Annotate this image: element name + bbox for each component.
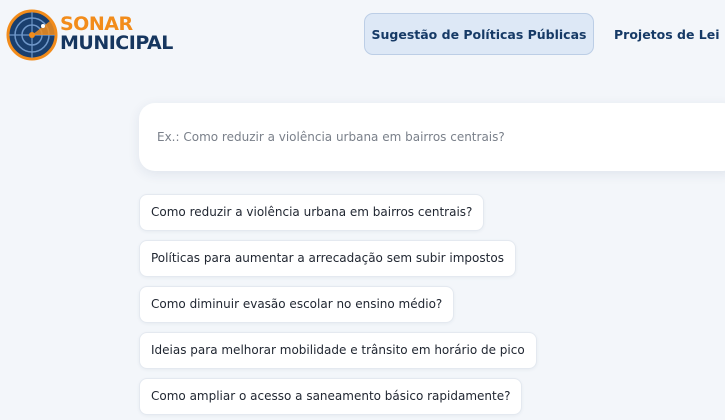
suggestion-list: Como reduzir a violência urbana em bairr… <box>139 194 537 420</box>
brand-logo[interactable]: SONAR MUNICIPAL <box>60 15 173 53</box>
suggestion-chip[interactable]: Políticas para aumentar a arrecadação se… <box>139 240 516 277</box>
tab-projetos-de-lei[interactable]: Projetos de Lei <box>614 13 720 55</box>
suggestion-chip[interactable]: Como reduzir a violência urbana em bairr… <box>139 194 485 231</box>
brand-line2: MUNICIPAL <box>60 32 173 54</box>
search-box <box>139 103 725 171</box>
suggestion-chip[interactable]: Ideias para melhorar mobilidade e trânsi… <box>139 332 537 369</box>
header: SONAR MUNICIPAL Sugestão de Políticas Pú… <box>0 0 725 72</box>
tab-politicas-publicas[interactable]: Sugestão de Políticas Públicas <box>364 13 594 55</box>
suggestion-chip[interactable]: Como diminuir evasão escolar no ensino m… <box>139 286 455 323</box>
search-input[interactable] <box>157 103 717 171</box>
radar-icon <box>6 9 58 61</box>
suggestion-chip[interactable]: Como ampliar o acesso a saneamento básic… <box>139 378 523 415</box>
